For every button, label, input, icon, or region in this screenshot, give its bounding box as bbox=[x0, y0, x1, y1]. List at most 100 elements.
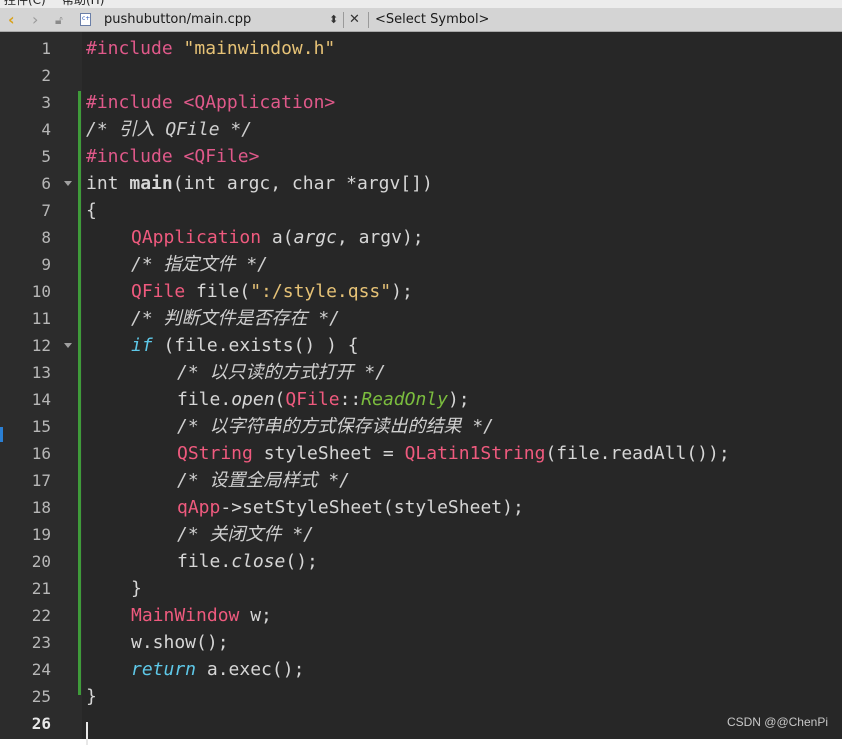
line-number: 20 bbox=[31, 552, 51, 571]
watermark: CSDN @@ChenPi bbox=[726, 715, 828, 729]
code-line-content: /* 关闭文件 */ bbox=[177, 524, 314, 545]
back-arrow-icon[interactable]: ‹ bbox=[8, 8, 15, 32]
code-token: #include bbox=[86, 92, 184, 113]
code-line[interactable]: /* 以字符串的方式保存读出的结果 */ bbox=[86, 413, 494, 440]
code-token: (file.readAll()); bbox=[545, 443, 730, 464]
code-line-content: QString styleSheet = QLatin1String(file.… bbox=[177, 443, 730, 464]
code-line[interactable]: QApplication a(argc, argv); bbox=[86, 224, 424, 251]
code-token: (); bbox=[285, 551, 318, 572]
code-token: return bbox=[131, 659, 197, 680]
code-line-content: /* 设置全局样式 */ bbox=[177, 470, 350, 491]
code-line[interactable]: } bbox=[86, 683, 97, 710]
code-line-content: qApp->setStyleSheet(styleSheet); bbox=[177, 497, 524, 518]
code-token: /* 指定文件 */ bbox=[131, 254, 269, 275]
code-line-content: file.close(); bbox=[177, 551, 318, 572]
code-token: file( bbox=[185, 281, 251, 302]
toolbar-separator bbox=[343, 12, 344, 28]
code-line-content: return a.exec(); bbox=[131, 659, 304, 680]
file-dropdown-icon[interactable]: ⬍ bbox=[329, 8, 338, 32]
forward-arrow-icon[interactable]: › bbox=[32, 8, 38, 32]
open-file-name[interactable]: pushubutton/main.cpp bbox=[104, 8, 251, 32]
code-token: (file.exists() ) { bbox=[152, 335, 359, 356]
code-line-content: /* 指定文件 */ bbox=[131, 254, 268, 275]
line-number: 13 bbox=[31, 363, 51, 382]
symbol-selector[interactable]: <Select Symbol> bbox=[375, 8, 489, 32]
code-line[interactable]: w.show(); bbox=[86, 629, 229, 656]
line-number: 3 bbox=[41, 93, 51, 112]
code-token: ->setStyleSheet(styleSheet); bbox=[220, 497, 524, 518]
code-token: <QApplication> bbox=[183, 92, 336, 113]
line-number: 1 bbox=[41, 39, 51, 58]
code-line[interactable]: file.open(QFile::ReadOnly); bbox=[86, 386, 470, 413]
code-line[interactable]: qApp->setStyleSheet(styleSheet); bbox=[86, 494, 524, 521]
text-cursor bbox=[86, 722, 88, 745]
line-number: 23 bbox=[31, 633, 51, 652]
code-line[interactable]: { bbox=[86, 197, 97, 224]
code-token: main bbox=[129, 173, 173, 194]
code-token: } bbox=[86, 686, 97, 707]
code-token: /* 以字符串的方式保存读出的结果 */ bbox=[177, 416, 495, 437]
code-token: QString bbox=[177, 443, 253, 464]
code-token: qApp bbox=[177, 497, 221, 518]
code-line[interactable]: } bbox=[86, 575, 142, 602]
line-number: 9 bbox=[41, 255, 51, 274]
code-line[interactable]: #include <QFile> bbox=[86, 143, 259, 170]
code-line-content: w.show(); bbox=[131, 632, 229, 653]
code-token: MainWindow bbox=[131, 605, 240, 626]
code-token: /* 设置全局样式 */ bbox=[177, 470, 351, 491]
code-line-content: #include <QFile> bbox=[86, 146, 259, 167]
code-line[interactable]: int main(int argc, char *argv[]) bbox=[86, 170, 433, 197]
code-token: , argv); bbox=[336, 227, 424, 248]
code-token: (int argc, char *argv[]) bbox=[172, 173, 433, 194]
code-line[interactable]: file.close(); bbox=[86, 548, 318, 575]
code-line[interactable]: /* 引入 QFile */ bbox=[86, 116, 252, 143]
code-line-content: if (file.exists() ) { bbox=[131, 335, 359, 356]
close-file-icon[interactable]: ✕ bbox=[349, 8, 360, 32]
line-number: 21 bbox=[31, 579, 51, 598]
code-line[interactable]: #include "mainwindow.h" bbox=[86, 35, 335, 62]
line-number: 15 bbox=[31, 417, 51, 436]
code-token: ); bbox=[447, 389, 470, 410]
code-line[interactable]: /* 指定文件 */ bbox=[86, 251, 268, 278]
code-token: argc bbox=[293, 227, 337, 248]
code-line-content: { bbox=[86, 200, 97, 221]
code-token: int bbox=[86, 173, 130, 194]
code-token: <QFile> bbox=[183, 146, 260, 167]
code-token: if bbox=[131, 335, 153, 356]
code-token: ( bbox=[274, 389, 286, 410]
line-number: 16 bbox=[31, 444, 51, 463]
code-line[interactable]: QFile file(":/style.qss"); bbox=[86, 278, 413, 305]
code-line[interactable]: /* 判断文件是否存在 */ bbox=[86, 305, 340, 332]
code-line[interactable]: /* 设置全局样式 */ bbox=[86, 467, 350, 494]
code-line[interactable]: #include <QApplication> bbox=[86, 89, 335, 116]
code-token: { bbox=[86, 200, 97, 221]
code-token: ); bbox=[391, 281, 413, 302]
code-token: a.exec(); bbox=[196, 659, 305, 680]
menu-item-widgets[interactable]: 控件(C) bbox=[4, 0, 46, 8]
line-number: 10 bbox=[31, 282, 51, 301]
code-line[interactable]: if (file.exists() ) { bbox=[86, 332, 359, 359]
line-number-gutter[interactable]: 1 2 3 4 5 6 7 8 9 10 11 12 13 14 15 16 17 18 19 20 21 22 23 24 2… bbox=[0, 32, 82, 739]
line-number: 6 bbox=[41, 174, 51, 193]
code-line[interactable]: /* 以只读的方式打开 */ bbox=[86, 359, 386, 386]
fold-toggle-icon[interactable] bbox=[64, 343, 72, 348]
code-line-content: QApplication a(argc, argv); bbox=[131, 227, 424, 248]
code-editor[interactable]: #include "mainwindow.h" #include <QApplic… bbox=[82, 32, 842, 745]
lock-icon[interactable]: 🔓︎ bbox=[55, 8, 63, 32]
code-token: :: bbox=[339, 389, 362, 410]
code-line[interactable]: QString styleSheet = QLatin1String(file.… bbox=[86, 440, 730, 467]
code-token: /* 以只读的方式打开 */ bbox=[177, 362, 387, 383]
toolbar-separator bbox=[368, 12, 369, 28]
code-token: w; bbox=[239, 605, 272, 626]
code-token: ":/style.qss" bbox=[250, 281, 392, 302]
code-line[interactable]: MainWindow w; bbox=[86, 602, 272, 629]
editor-toolbar: ‹ › 🔓︎ pushubutton/main.cpp ⬍ ✕ <Select … bbox=[0, 8, 842, 32]
code-line-content: #include <QApplication> bbox=[86, 92, 335, 113]
fold-toggle-icon[interactable] bbox=[64, 181, 72, 186]
code-token: /* 引入 QFile */ bbox=[86, 119, 253, 140]
menu-item-help[interactable]: 帮助(H) bbox=[62, 0, 104, 8]
code-line[interactable]: /* 关闭文件 */ bbox=[86, 521, 314, 548]
line-number: 11 bbox=[31, 309, 51, 328]
code-token: a( bbox=[261, 227, 294, 248]
code-line[interactable]: return a.exec(); bbox=[86, 656, 304, 683]
